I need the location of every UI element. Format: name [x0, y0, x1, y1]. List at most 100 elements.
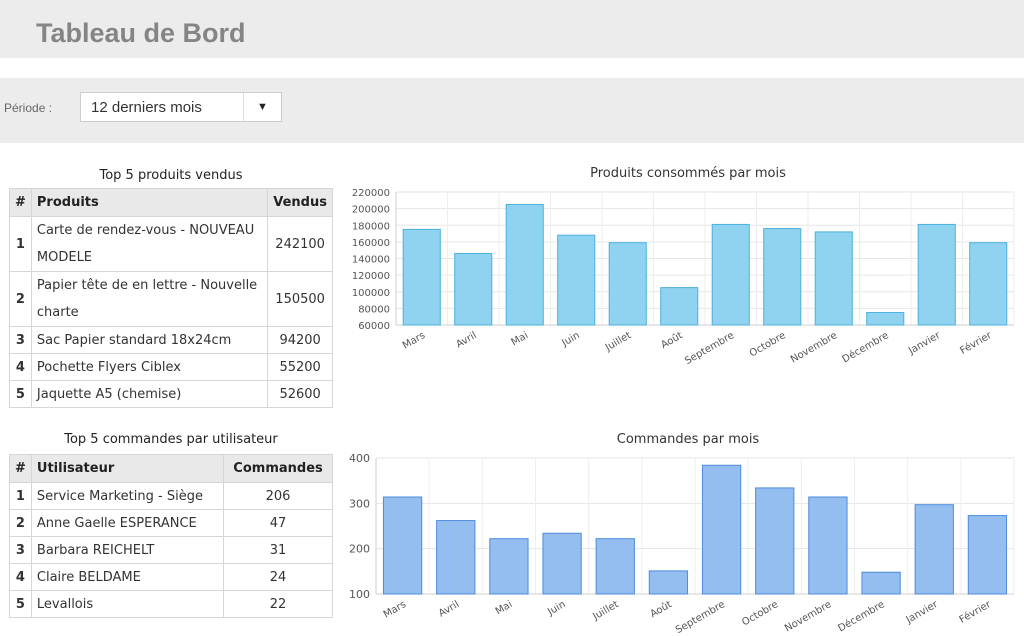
- bar: [660, 287, 699, 326]
- table-row: 5 Levallois 22: [9, 590, 333, 618]
- bar: [814, 231, 853, 326]
- x-tick-label: Août: [659, 329, 685, 351]
- period-select-value: 12 derniers mois: [91, 99, 202, 116]
- bar: [454, 253, 493, 326]
- bar: [917, 223, 956, 326]
- column-header-user: Utilisateur: [30, 454, 225, 483]
- x-tick-label: Septembre: [674, 599, 727, 636]
- x-tick-label: Avril: [437, 599, 461, 619]
- x-tick-label: Novembre: [783, 599, 833, 634]
- orders-chart-title: Commandes par mois: [616, 432, 760, 447]
- row-rank: 2: [9, 271, 32, 327]
- table-row: 1 Service Marketing - Siège 206: [9, 482, 333, 510]
- x-tick-label: Juin: [559, 330, 581, 349]
- product-name: Carte de rendez-vous - NOUVEAU MODELE: [30, 216, 269, 272]
- user-name: Barbara REICHELT: [30, 536, 225, 564]
- row-rank: 4: [9, 563, 32, 591]
- y-tick-label: 100000: [352, 288, 390, 299]
- bar: [763, 228, 802, 326]
- bar: [505, 203, 544, 326]
- y-tick-label: 60000: [358, 321, 390, 332]
- user-orders: 206: [223, 482, 333, 510]
- x-tick-label: Février: [957, 598, 994, 626]
- bar: [866, 312, 905, 326]
- table-header-row: # Utilisateur Commandes: [9, 454, 333, 483]
- top-products-caption: Top 5 produits vendus: [99, 168, 243, 183]
- column-header-rank: #: [9, 188, 32, 217]
- x-tick-label: Octobre: [748, 330, 788, 359]
- product-sold: 52600: [267, 380, 333, 408]
- y-tick-label: 200: [349, 543, 370, 556]
- row-rank: 4: [9, 353, 32, 381]
- product-name: Jaquette A5 (chemise): [30, 380, 269, 408]
- bar: [861, 571, 901, 595]
- table-row: 2 Papier tête de en lettre - Nouvelle ch…: [9, 271, 333, 327]
- product-sold: 150500: [267, 271, 333, 327]
- column-header-orders: Commandes: [223, 454, 333, 483]
- table-row: 2 Anne Gaelle ESPERANCE 47: [9, 509, 333, 537]
- product-name: Papier tête de en lettre - Nouvelle char…: [30, 271, 269, 327]
- row-rank: 3: [9, 536, 32, 564]
- bar: [608, 242, 647, 326]
- row-rank: 1: [9, 216, 32, 272]
- product-name: Pochette Flyers Ciblex: [30, 353, 269, 381]
- bar: [595, 538, 635, 595]
- table-row: 3 Sac Papier standard 18x24cm 94200: [9, 326, 333, 354]
- column-header-products: Produits: [30, 188, 269, 217]
- x-tick-label: Juin: [545, 599, 567, 618]
- bar: [402, 228, 441, 326]
- table-row: 3 Barbara REICHELT 31: [9, 536, 333, 564]
- bar: [967, 515, 1008, 595]
- user-orders: 24: [223, 563, 333, 591]
- y-tick-label: 120000: [352, 271, 390, 282]
- x-tick-label: Février: [958, 329, 995, 357]
- x-tick-label: Janvier: [906, 330, 943, 358]
- y-tick-label: 200000: [352, 205, 390, 216]
- y-tick-label: 300: [349, 497, 370, 510]
- user-name: Anne Gaelle ESPERANCE: [30, 509, 225, 537]
- bar: [489, 538, 529, 595]
- period-select[interactable]: 12 derniers mois ▼: [80, 92, 282, 122]
- y-tick-label: 140000: [352, 255, 390, 266]
- x-tick-label: Novembre: [789, 330, 839, 365]
- bar: [808, 496, 848, 595]
- product-sold: 55200: [267, 353, 333, 381]
- period-label: Période :: [4, 101, 53, 115]
- user-orders: 31: [223, 536, 333, 564]
- bar: [542, 532, 582, 595]
- bar: [648, 570, 689, 595]
- table-row: 5 Jaquette A5 (chemise) 52600: [9, 380, 333, 408]
- user-orders: 22: [223, 590, 333, 618]
- product-sold: 94200: [267, 326, 333, 354]
- top-orders-table: # Utilisateur Commandes 1 Service Market…: [9, 454, 333, 618]
- x-tick-label: Septembre: [683, 330, 736, 367]
- bar: [557, 234, 596, 326]
- y-tick-label: 160000: [352, 238, 390, 249]
- table-header-row: # Produits Vendus: [9, 188, 333, 217]
- x-tick-label: Juillet: [603, 330, 633, 354]
- product-name: Sac Papier standard 18x24cm: [30, 326, 269, 354]
- y-tick-label: 220000: [352, 188, 390, 199]
- x-tick-label: Décembre: [836, 598, 887, 634]
- product-sold: 242100: [267, 216, 333, 272]
- row-rank: 5: [9, 380, 32, 408]
- y-tick-label: 100: [349, 588, 370, 601]
- orders-per-month-chart: 100 200 300 400 Mars Avril Mai Juin Juillet Août S…: [349, 452, 1015, 636]
- row-rank: 1: [9, 482, 32, 510]
- bar: [701, 464, 742, 595]
- y-tick-label: 180000: [352, 221, 390, 232]
- top-products-table: # Produits Vendus 1 Carte de rendez-vous…: [9, 188, 333, 408]
- table-row: 1 Carte de rendez-vous - NOUVEAU MODELE …: [9, 216, 333, 272]
- top-orders-caption: Top 5 commandes par utilisateur: [64, 432, 278, 447]
- chevron-down-icon[interactable]: ▼: [243, 93, 281, 121]
- y-tick-label: 80000: [358, 304, 390, 315]
- column-header-rank: #: [9, 454, 32, 483]
- bar: [914, 504, 954, 595]
- user-name: Claire BELDAME: [30, 563, 225, 591]
- user-name: Service Marketing - Siège: [30, 482, 225, 510]
- bar: [382, 496, 423, 595]
- y-tick-label: 400: [349, 452, 370, 465]
- row-rank: 2: [9, 509, 32, 537]
- x-tick-label: Août: [648, 598, 674, 620]
- x-tick-label: Mai: [494, 599, 515, 617]
